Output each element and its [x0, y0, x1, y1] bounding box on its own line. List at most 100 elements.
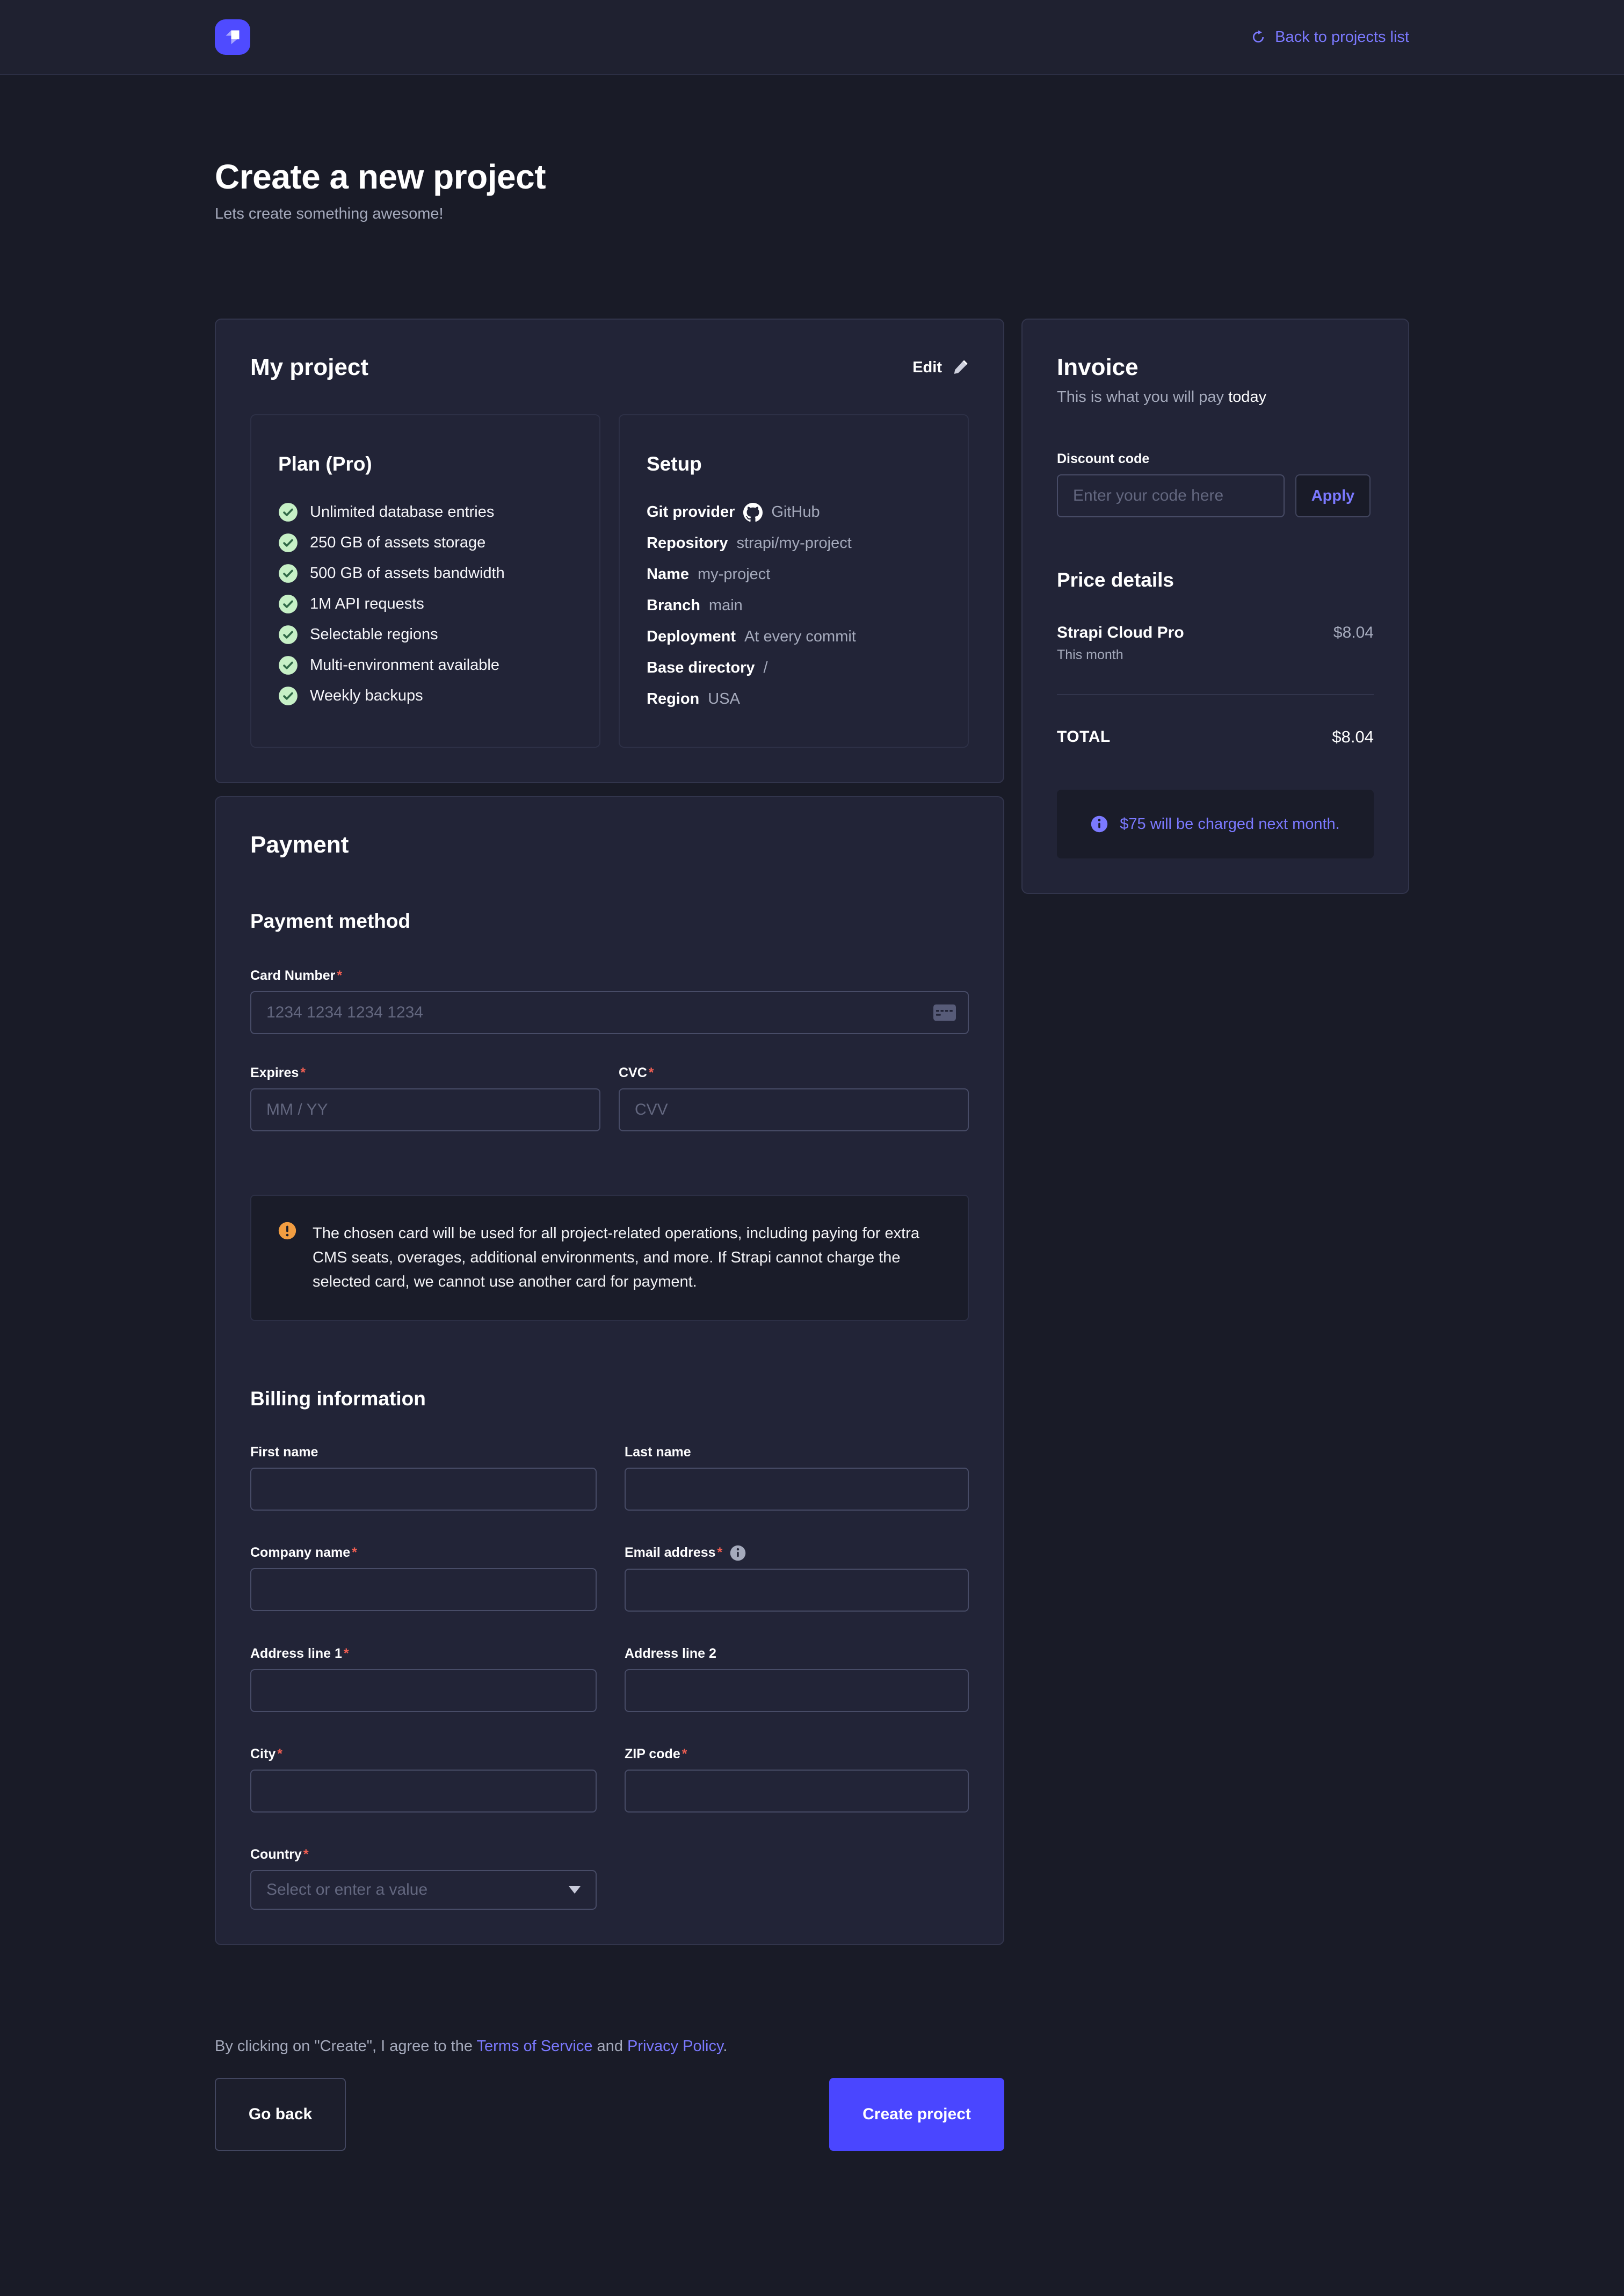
setup-card: Setup Git provider GitHub Repository [619, 414, 969, 748]
email-field: Email address* [625, 1545, 969, 1612]
privacy-policy-link[interactable]: Privacy Policy [627, 2038, 723, 2055]
invoice-title: Invoice [1057, 354, 1374, 381]
required-marker: * [649, 1065, 654, 1080]
required-marker: * [337, 968, 342, 983]
page-title: Create a new project [215, 157, 1409, 197]
price-item-period: This month [1057, 647, 1184, 663]
go-back-button[interactable]: Go back [215, 2078, 346, 2151]
discount-code-input[interactable] [1057, 474, 1285, 517]
setup-row-branch: Branch main [647, 596, 941, 616]
cvc-input[interactable] [619, 1088, 969, 1131]
required-marker: * [344, 1646, 349, 1661]
plan-card: Plan (Pro) Unlimited database entries 25… [250, 414, 600, 748]
required-marker: * [352, 1545, 357, 1560]
payment-method-title: Payment method [250, 910, 969, 933]
last-name-field: Last name [625, 1445, 969, 1511]
address-line1-input[interactable] [250, 1669, 597, 1712]
my-project-title: My project [250, 354, 368, 381]
plan-feature: Unlimited database entries [278, 502, 572, 522]
apply-button[interactable]: Apply [1295, 474, 1371, 517]
info-circle-icon [1091, 815, 1108, 833]
plan-title: Plan (Pro) [278, 453, 572, 475]
invoice-card: Invoice This is what you will pay today … [1021, 319, 1409, 894]
info-icon[interactable] [730, 1545, 746, 1561]
cvc-label: CVC* [619, 1065, 969, 1081]
last-name-input[interactable] [625, 1468, 969, 1511]
back-link-label: Back to projects list [1275, 28, 1409, 46]
card-number-label: Card Number* [250, 968, 969, 984]
check-circle-icon [278, 533, 298, 553]
email-input[interactable] [625, 1569, 969, 1612]
plan-feature: 1M API requests [278, 594, 572, 614]
first-name-input[interactable] [250, 1468, 597, 1511]
setup-row-deployment: Deployment At every commit [647, 627, 941, 647]
address-line1-label: Address line 1* [250, 1646, 597, 1662]
price-details-title: Price details [1057, 569, 1374, 591]
strapi-logo[interactable] [215, 19, 250, 55]
expires-field: Expires* [250, 1065, 600, 1131]
payment-card: Payment Payment method Card Number* [215, 796, 1004, 1945]
strapi-logo-icon [222, 26, 243, 48]
card-usage-notice: The chosen card will be used for all pro… [250, 1195, 969, 1321]
setup-row-repository: Repository strapi/my-project [647, 533, 941, 553]
zip-code-label: ZIP code* [625, 1746, 969, 1762]
expires-input[interactable] [250, 1088, 600, 1131]
first-name-label: First name [250, 1445, 597, 1460]
page-subtitle: Lets create something awesome! [215, 205, 1409, 223]
setup-row-base-directory: Base directory / [647, 658, 941, 678]
back-arrow-icon [1250, 29, 1266, 45]
company-name-input[interactable] [250, 1568, 597, 1611]
company-name-label: Company name* [250, 1545, 597, 1561]
payment-title: Payment [250, 832, 969, 858]
company-name-field: Company name* [250, 1545, 597, 1612]
create-project-button[interactable]: Create project [829, 2078, 1004, 2151]
warning-icon [278, 1222, 296, 1240]
last-name-label: Last name [625, 1445, 969, 1460]
required-marker: * [300, 1065, 306, 1080]
invoice-subtitle: This is what you will pay today [1057, 388, 1374, 406]
address-line2-input[interactable] [625, 1669, 969, 1712]
country-select-placeholder: Select or enter a value [266, 1881, 427, 1899]
setup-row-name: Name my-project [647, 565, 941, 584]
card-number-input[interactable] [250, 991, 969, 1034]
country-label: Country* [250, 1847, 597, 1862]
total-amount: $8.04 [1332, 727, 1374, 747]
billing-title: Billing information [250, 1388, 969, 1410]
country-select[interactable]: Select or enter a value [250, 1870, 597, 1910]
discount-code-label: Discount code [1057, 451, 1374, 467]
check-circle-icon [278, 594, 298, 614]
total-row: TOTAL $8.04 [1057, 727, 1374, 747]
city-input[interactable] [250, 1770, 597, 1813]
card-usage-notice-text: The chosen card will be used for all pro… [313, 1222, 941, 1294]
price-item-name: Strapi Cloud Pro [1057, 624, 1184, 642]
city-label: City* [250, 1746, 597, 1762]
cvc-field: CVC* [619, 1065, 969, 1131]
setup-row-git-provider: Git provider GitHub [647, 502, 941, 522]
credit-card-icon [933, 1004, 956, 1021]
total-label: TOTAL [1057, 728, 1111, 746]
next-month-note: $75 will be charged next month. [1057, 790, 1374, 858]
setup-row-region: Region USA [647, 689, 941, 709]
github-icon [743, 503, 763, 522]
zip-code-input[interactable] [625, 1770, 969, 1813]
address-line2-label: Address line 2 [625, 1646, 969, 1662]
check-circle-icon [278, 655, 298, 675]
plan-feature: Selectable regions [278, 625, 572, 645]
address-line1-field: Address line 1* [250, 1646, 597, 1712]
plan-feature-list: Unlimited database entries 250 GB of ass… [278, 502, 572, 706]
agreement-text: By clicking on "Create", I agree to the … [215, 2038, 1409, 2055]
edit-button[interactable]: Edit [912, 359, 969, 377]
required-marker: * [303, 1847, 309, 1862]
pencil-icon [952, 359, 969, 376]
check-circle-icon [278, 502, 298, 522]
country-field: Country* Select or enter a value [250, 1847, 597, 1910]
terms-of-service-link[interactable]: Terms of Service [477, 2038, 593, 2055]
check-circle-icon [278, 564, 298, 583]
setup-title: Setup [647, 453, 941, 475]
card-number-field: Card Number* [250, 968, 969, 1034]
setup-list: Git provider GitHub Repository strapi/my… [647, 502, 941, 709]
back-to-projects-link[interactable]: Back to projects list [1250, 28, 1409, 46]
required-marker: * [717, 1545, 723, 1560]
required-marker: * [682, 1746, 687, 1761]
plan-feature: 250 GB of assets storage [278, 533, 572, 553]
